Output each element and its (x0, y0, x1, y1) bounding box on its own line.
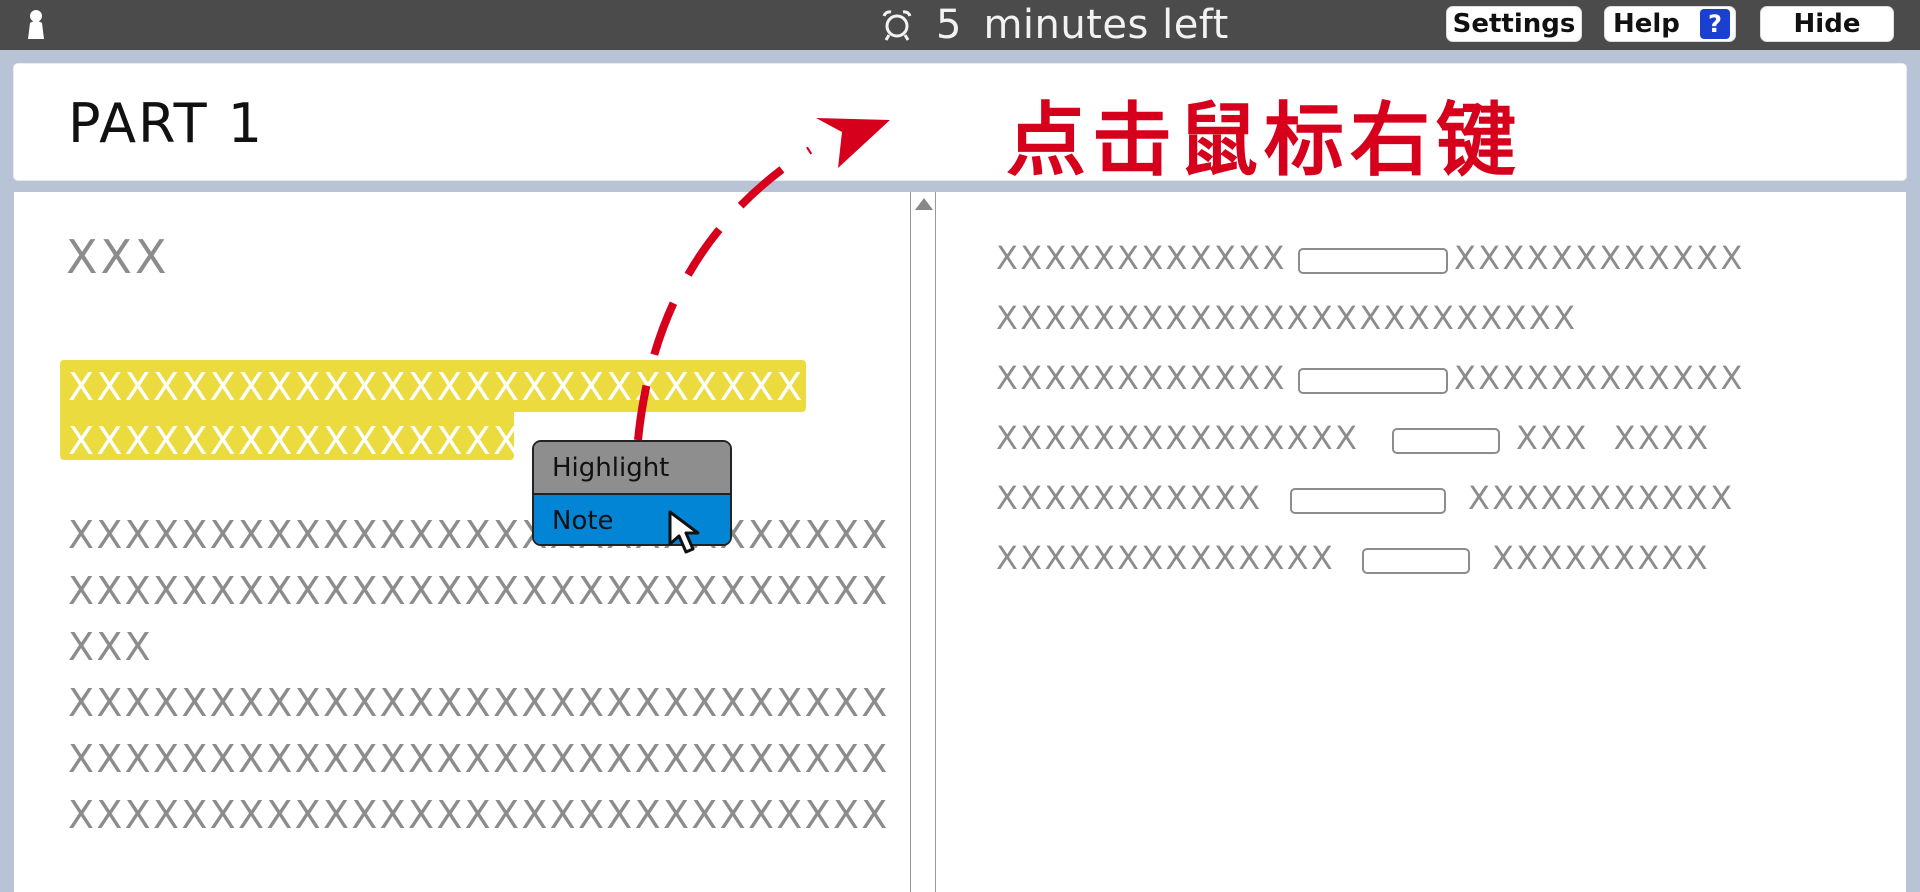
question-text: XXXXXXXXXXX (996, 479, 1263, 517)
settings-button[interactable]: Settings (1446, 6, 1582, 42)
answer-blank[interactable] (1392, 428, 1500, 454)
passage-heading: XXX (66, 230, 170, 284)
answer-blank[interactable] (1362, 548, 1470, 574)
question-text: XXXXXXXXXXXXXXXXXXXXXXXX (996, 299, 1578, 337)
question-text: XXXXXXXXXXXXXX (996, 539, 1336, 577)
hide-label: Hide (1793, 9, 1861, 39)
highlighted-text-line[interactable]: XXXXXXXXXXXXXXXXXXXXXXXXXXXXX (68, 368, 890, 406)
question-text: XXXXXXXXX (1492, 539, 1710, 577)
questions-panel: XXXXXXXXXXXX XXXXXXXXXXXX XXXXXXXXXXXXXX… (936, 192, 1906, 892)
question-text: XXXXXXXXXXX (1468, 479, 1735, 517)
passage-line: XXXXXXXXXXXXXXXXXXXXXXXXXXXXX (68, 737, 890, 781)
user-icon (28, 10, 44, 39)
question-text: XXXXXXXXXXXX (1454, 239, 1745, 277)
settings-label: Settings (1452, 9, 1576, 39)
part-title: PART 1 (68, 92, 265, 155)
timer: 5 minutes left (880, 0, 1229, 50)
passage-line: XXX (68, 625, 153, 669)
alarm-clock-icon (882, 10, 912, 41)
answer-blank[interactable] (1298, 368, 1448, 394)
timer-label: minutes left (983, 2, 1229, 48)
passage-line: XXXXXXXXXXXXXXXXXXXXXXXXXXXXX (68, 681, 890, 725)
question-text: XXXXXXXXXXXX (996, 239, 1287, 277)
scrollbar[interactable] (910, 192, 936, 892)
passage-line: XXXXXXXXXXXXXXXXXXXXXXXXXXXXX (68, 569, 890, 613)
highlighted-text-line[interactable]: XXXXXXXXXXXXXXXXX (68, 422, 550, 460)
top-bar: 5 minutes left Settings Help ? Hide (0, 0, 1920, 50)
menu-item-highlight[interactable]: Highlight (534, 442, 730, 495)
answer-blank[interactable] (1298, 248, 1448, 274)
answer-blank[interactable] (1290, 488, 1446, 514)
passage-panel: XXX XXXXXXXXXXXXXXXXXXXXXXXXXXXXX XXXXXX… (14, 192, 910, 892)
question-text: XXXXXXXXXXXXXXX (996, 419, 1360, 457)
menu-item-label: Note (552, 505, 614, 536)
menu-item-label: Highlight (552, 452, 670, 483)
question-text: XXXXXXXXXXXX (1454, 359, 1745, 397)
question-icon: ? (1699, 9, 1730, 39)
help-label: Help (1613, 9, 1680, 39)
passage-line: XXXXXXXXXXXXXXXXXXXXXXXXXXXXX (68, 513, 890, 557)
scroll-up-arrow-icon[interactable] (915, 198, 933, 210)
timer-value: 5 (936, 2, 962, 48)
passage-line: XXXXXXXXXXXXXXXXXXXXXXXXXXXXX (68, 793, 890, 837)
help-button[interactable]: Help ? (1604, 6, 1736, 42)
question-text: XXX XXXX (1516, 419, 1711, 457)
hide-button[interactable]: Hide (1760, 6, 1894, 42)
question-text: XXXXXXXXXXXX (996, 359, 1287, 397)
instruction-annotation: 点击鼠标右键 (1006, 94, 1522, 187)
mouse-cursor-icon (668, 510, 700, 554)
section-banner: PART 1 点击鼠标右键 (14, 64, 1906, 187)
